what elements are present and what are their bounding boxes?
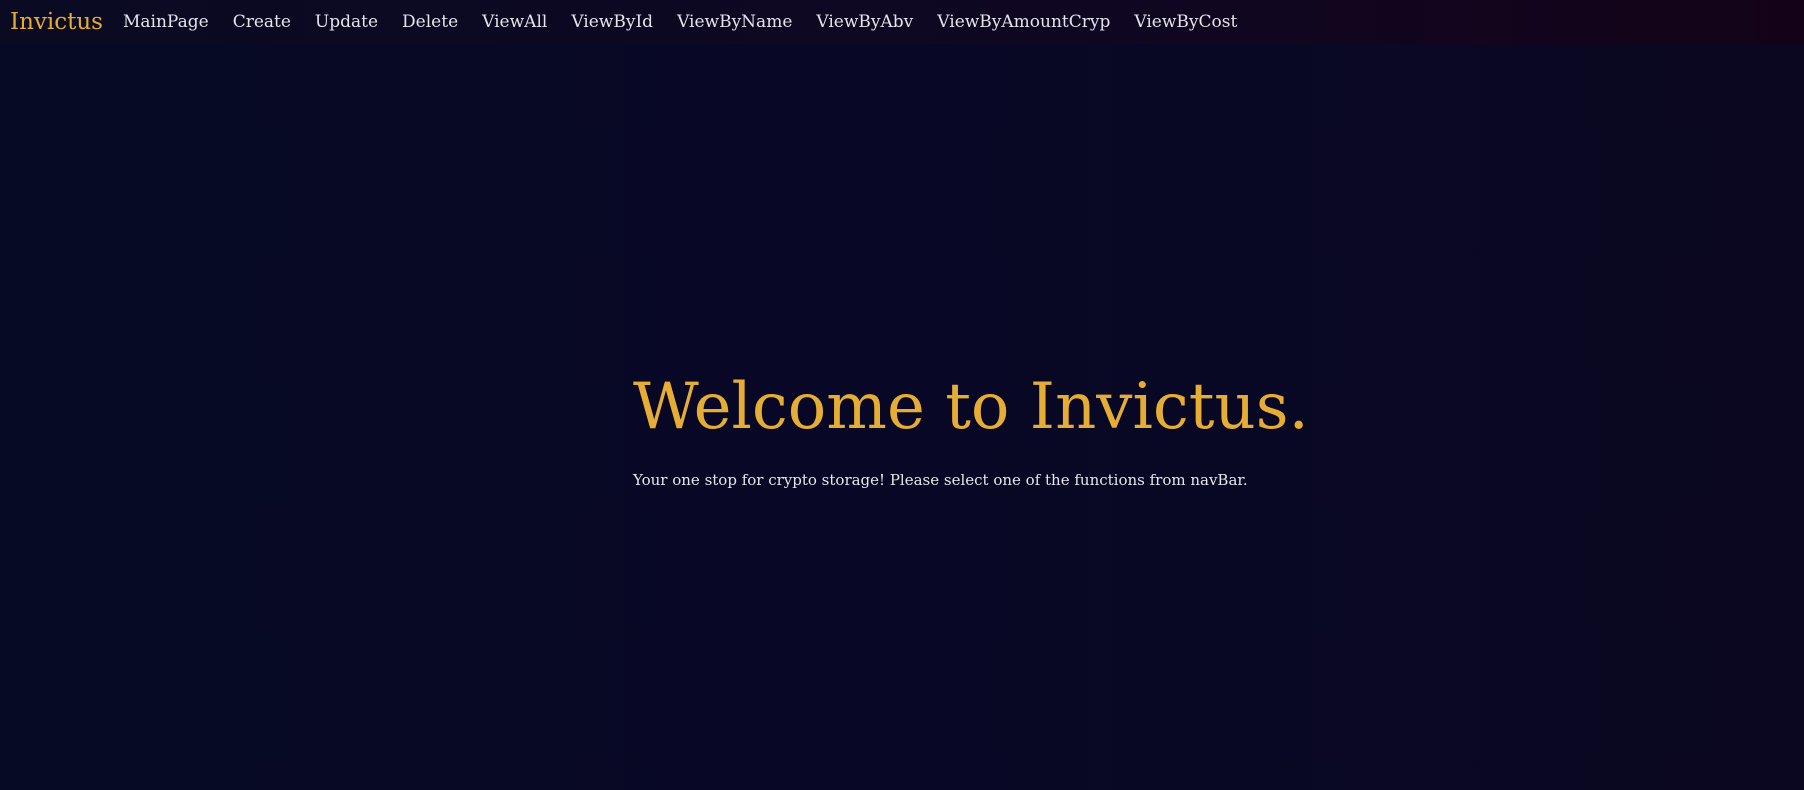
hero-subtitle: Your one stop for crypto storage! Please… — [633, 471, 1248, 489]
nav-link-mainpage[interactable]: MainPage — [123, 13, 209, 31]
nav-link-update[interactable]: Update — [315, 13, 378, 31]
brand-link[interactable]: Invictus — [10, 10, 103, 34]
nav-link-viewbyid[interactable]: ViewById — [571, 13, 653, 31]
hero-title: Welcome to Invictus. — [633, 370, 1309, 444]
hero-section: Welcome to Invictus. Your one stop for c… — [633, 375, 1309, 488]
nav-link-viewbycost[interactable]: ViewByCost — [1134, 13, 1237, 31]
nav-link-viewall[interactable]: ViewAll — [482, 13, 547, 31]
nav-link-delete[interactable]: Delete — [402, 13, 458, 31]
nav-links: MainPage Create Update Delete ViewAll Vi… — [123, 13, 1237, 31]
nav-link-viewbyamountcryp[interactable]: ViewByAmountCryp — [937, 13, 1110, 31]
nav-link-viewbyname[interactable]: ViewByName — [677, 13, 792, 31]
nav-link-create[interactable]: Create — [233, 13, 291, 31]
navbar: Invictus MainPage Create Update Delete V… — [0, 0, 1804, 44]
nav-link-viewbyabv[interactable]: ViewByAbv — [816, 13, 913, 31]
